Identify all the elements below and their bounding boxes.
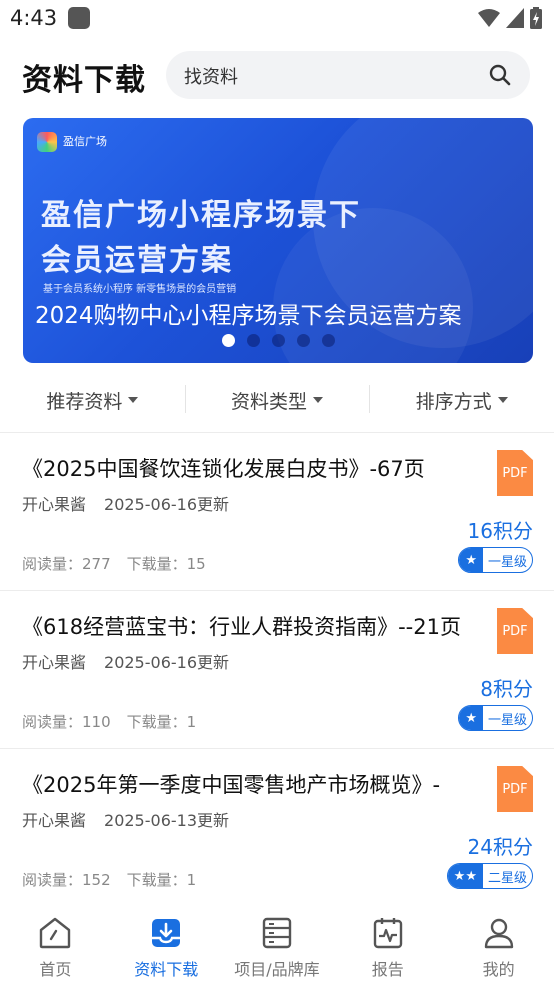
pdf-file-icon: PDF xyxy=(497,450,533,496)
carousel-dot[interactable] xyxy=(246,334,260,347)
battery-icon xyxy=(530,7,542,29)
tab-label: 报告 xyxy=(371,960,404,979)
header: 资料下载 找资料 xyxy=(0,48,554,104)
document-points: 16积分 xyxy=(467,519,533,543)
search-icon[interactable] xyxy=(488,63,512,87)
filter-type[interactable]: 资料类型 xyxy=(184,380,370,420)
file-type-label: PDF xyxy=(502,781,528,797)
file-type-label: PDF xyxy=(502,623,528,639)
document-meta: 开心果酱 2025-06-13更新 xyxy=(22,807,229,831)
filter-sort[interactable]: 排序方式 xyxy=(369,380,554,420)
tab-label: 项目/品牌库 xyxy=(234,960,320,979)
caret-down-icon xyxy=(128,397,139,403)
brand-logo-icon xyxy=(37,132,57,152)
caret-down-icon xyxy=(497,397,508,403)
banner-headline: 盈信广场小程序场景下 xyxy=(41,198,361,233)
pdf-file-icon: PDF xyxy=(497,766,533,812)
download-count: 下载量：1 xyxy=(126,871,197,889)
banner-logo: 盈信广场 xyxy=(37,132,107,152)
tab-report[interactable]: 报告 xyxy=(332,906,443,984)
download-count: 下载量：1 xyxy=(126,713,197,731)
wifi-icon xyxy=(478,9,500,27)
caret-down-icon xyxy=(313,397,324,403)
document-updated: 2025-06-16更新 xyxy=(104,653,230,672)
status-time: 4:43 xyxy=(10,6,58,30)
document-meta: 开心果酱 2025-06-16更新 xyxy=(22,649,229,673)
database-icon xyxy=(262,917,292,949)
home-icon xyxy=(40,917,71,949)
bottom-tab-bar: 首页 资料下载 项目/品牌库 报告 我的 xyxy=(0,906,554,984)
notification-icon xyxy=(68,7,90,29)
document-item[interactable]: 《618经营蓝宝书：行业人群投资指南》--21页 开心果酱 2025-06-16更… xyxy=(0,591,554,749)
carousel-dot[interactable] xyxy=(221,334,235,347)
download-tray-icon xyxy=(152,919,181,947)
tab-project-brand[interactable]: 项目/品牌库 xyxy=(222,906,333,984)
document-title: 《618经营蓝宝书：行业人群投资指南》--21页 xyxy=(22,615,461,639)
star-icon: ★★ xyxy=(447,864,483,888)
search-input[interactable]: 找资料 xyxy=(166,51,530,99)
pdf-file-icon: PDF xyxy=(497,608,533,654)
level-text: 一星级 xyxy=(487,554,527,570)
tab-profile[interactable]: 我的 xyxy=(443,906,554,984)
document-item[interactable]: 《2025年第一季度中国零售地产市场概览》- 开心果酱 2025-06-13更新 … xyxy=(0,749,554,907)
carousel-dot[interactable] xyxy=(296,334,310,347)
document-stats: 阅读量：110 下载量：1 xyxy=(22,711,196,732)
level-text: 二星级 xyxy=(487,870,527,886)
level-badge: ★★ 二星级 xyxy=(446,863,533,889)
document-meta: 开心果酱 2025-06-16更新 xyxy=(22,491,229,515)
banner-caption: 2024购物中心小程序场景下会员运营方案 xyxy=(35,303,462,329)
download-count: 下载量：15 xyxy=(126,555,206,573)
document-updated: 2025-06-16更新 xyxy=(104,495,230,514)
search-placeholder: 找资料 xyxy=(184,67,238,88)
carousel-dots xyxy=(23,334,533,347)
filter-label: 资料类型 xyxy=(231,390,308,413)
read-count: 阅读量：152 xyxy=(22,871,111,889)
filter-label: 排序方式 xyxy=(415,390,492,413)
document-author: 开心果酱 xyxy=(22,811,87,830)
user-icon xyxy=(484,918,513,949)
tab-label: 资料下载 xyxy=(134,960,199,979)
document-author: 开心果酱 xyxy=(22,495,87,514)
tab-label: 首页 xyxy=(39,960,72,979)
tab-home[interactable]: 首页 xyxy=(0,906,111,984)
document-stats: 阅读量：152 下载量：1 xyxy=(22,869,196,890)
document-points: 8积分 xyxy=(480,677,533,701)
report-icon xyxy=(373,918,402,949)
signal-icon xyxy=(506,8,524,28)
carousel-dot[interactable] xyxy=(321,334,335,347)
level-badge: ★ 一星级 xyxy=(458,547,533,573)
banner-carousel[interactable]: 盈信广场 盈信广场小程序场景下 会员运营方案 基于会员系统小程序 新零售场景的会… xyxy=(23,118,533,363)
filter-recommended[interactable]: 推荐资料 xyxy=(0,380,185,420)
document-title: 《2025年第一季度中国零售地产市场概览》- xyxy=(22,773,441,797)
read-count: 阅读量：110 xyxy=(22,713,111,731)
filter-label: 推荐资料 xyxy=(46,390,123,413)
status-icons xyxy=(478,7,542,29)
document-title: 《2025中国餐饮连锁化发展白皮书》-67页 xyxy=(22,457,425,481)
document-item[interactable]: 《2025中国餐饮连锁化发展白皮书》-67页 开心果酱 2025-06-16更新 … xyxy=(0,433,554,591)
filter-bar: 推荐资料 资料类型 排序方式 xyxy=(0,380,554,420)
file-type-label: PDF xyxy=(502,465,528,481)
star-icon: ★ xyxy=(459,706,483,730)
status-bar: 4:43 xyxy=(0,0,554,36)
tab-label: 我的 xyxy=(482,960,515,979)
carousel-dot[interactable] xyxy=(271,334,285,347)
document-points: 24积分 xyxy=(467,835,533,859)
read-count: 阅读量：277 xyxy=(22,555,111,573)
level-badge: ★ 一星级 xyxy=(458,705,533,731)
banner-headline-2: 会员运营方案 xyxy=(41,243,233,278)
level-text: 一星级 xyxy=(487,712,527,728)
page-title: 资料下载 xyxy=(22,63,146,98)
document-updated: 2025-06-13更新 xyxy=(104,811,230,830)
tab-download[interactable]: 资料下载 xyxy=(111,906,222,984)
banner-subtext: 基于会员系统小程序 新零售场景的会员营销 xyxy=(43,284,237,295)
document-author: 开心果酱 xyxy=(22,653,87,672)
document-list: 《2025中国餐饮连锁化发展白皮书》-67页 开心果酱 2025-06-16更新 … xyxy=(0,433,554,907)
document-stats: 阅读量：277 下载量：15 xyxy=(22,553,206,574)
banner-logo-text: 盈信广场 xyxy=(63,134,107,148)
star-icon: ★ xyxy=(459,548,483,572)
